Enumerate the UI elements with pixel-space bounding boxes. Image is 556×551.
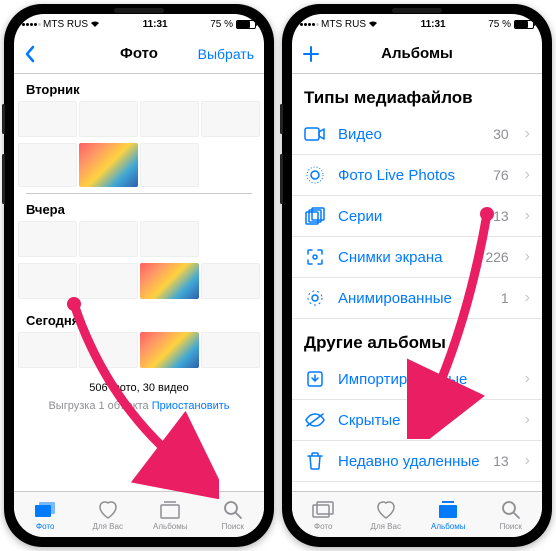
row-recently-deleted[interactable]: Недавно удаленные 13 ›	[292, 441, 542, 482]
photo-thumb[interactable]	[18, 221, 77, 257]
row-hidden[interactable]: Скрытые ›	[292, 400, 542, 441]
video-icon	[304, 123, 326, 145]
heart-icon	[375, 499, 397, 521]
wifi-icon	[368, 20, 378, 28]
nav-bar: Альбомы	[292, 34, 542, 74]
status-bar: MTS RUS 11:31 75 %	[14, 14, 264, 34]
photo-thumb[interactable]	[201, 263, 260, 299]
row-animated[interactable]: Анимированные 1 ›	[292, 278, 542, 319]
plus-icon	[302, 45, 320, 63]
search-icon	[222, 499, 244, 521]
add-button[interactable]	[302, 45, 320, 63]
tab-albums[interactable]: Альбомы	[139, 492, 202, 537]
photo-thumb[interactable]	[201, 101, 260, 137]
tab-foryou[interactable]: Для Вас	[77, 492, 140, 537]
row-live-photos[interactable]: Фото Live Photos 76 ›	[292, 155, 542, 196]
burst-icon	[304, 205, 326, 227]
photo-thumb[interactable]	[140, 263, 199, 299]
photo-thumb[interactable]	[140, 221, 199, 257]
photo-thumb[interactable]	[18, 143, 77, 187]
tab-bar: Фото Для Вас Альбомы Поиск	[14, 491, 264, 537]
battery-pct: 75 %	[488, 19, 511, 30]
albums-icon	[159, 499, 181, 521]
status-bar: MTS RUS 11:31 75 %	[292, 14, 542, 34]
chevron-right-icon: ›	[525, 125, 530, 143]
section-today: Сегодня	[14, 305, 264, 332]
tab-search[interactable]: Поиск	[480, 492, 543, 537]
photo-thumb[interactable]	[140, 143, 199, 187]
page-title: Фото	[120, 45, 158, 62]
animated-icon	[304, 287, 326, 309]
photos-icon	[312, 499, 334, 521]
screen-left: MTS RUS 11:31 75 % Фото Выбрать Вторник	[14, 14, 264, 537]
phone-left: MTS RUS 11:31 75 % Фото Выбрать Вторник	[4, 4, 274, 547]
photo-thumb[interactable]	[79, 143, 138, 187]
select-button[interactable]: Выбрать	[198, 46, 254, 62]
tab-foryou[interactable]: Для Вас	[355, 492, 418, 537]
tab-bar: Фото Для Вас Альбомы Поиск	[292, 491, 542, 537]
photo-thumb[interactable]	[79, 332, 138, 368]
heart-icon	[97, 499, 119, 521]
screen-right: MTS RUS 11:31 75 % Альбомы Типы медиафай…	[292, 14, 542, 537]
chevron-right-icon: ›	[525, 370, 530, 388]
photo-thumb[interactable]	[18, 101, 77, 137]
chevron-right-icon: ›	[525, 207, 530, 225]
hidden-icon	[304, 409, 326, 431]
tab-albums[interactable]: Альбомы	[417, 492, 480, 537]
albums-icon	[437, 499, 459, 521]
upload-status: Выгрузка 1 объекта Приостановить	[14, 398, 264, 422]
photo-thumb[interactable]	[140, 332, 199, 368]
photos-icon	[34, 499, 56, 521]
photo-thumb[interactable]	[79, 221, 138, 257]
carrier-label: MTS RUS	[321, 19, 366, 30]
photo-thumb[interactable]	[18, 332, 77, 368]
albums-content[interactable]: Типы медиафайлов Видео 30 › Фото Live Ph…	[292, 74, 542, 491]
section-media-types: Типы медиафайлов	[292, 74, 542, 114]
chevron-left-icon	[24, 45, 35, 63]
time-label: 11:31	[143, 19, 168, 30]
live-photos-icon	[304, 164, 326, 186]
section-tuesday: Вторник	[14, 74, 264, 101]
search-icon	[500, 499, 522, 521]
row-bursts[interactable]: Серии 13 ›	[292, 196, 542, 237]
section-yesterday: Вчера	[14, 194, 264, 221]
import-icon	[304, 368, 326, 390]
library-summary: 506 фото, 30 видео	[14, 374, 264, 398]
row-screenshots[interactable]: Снимки экрана 226 ›	[292, 237, 542, 278]
section-other-albums: Другие альбомы	[292, 319, 542, 359]
trash-icon	[304, 450, 326, 472]
battery-pct: 75 %	[210, 19, 233, 30]
tab-photos[interactable]: Фото	[292, 492, 355, 537]
chevron-right-icon: ›	[525, 248, 530, 266]
row-videos[interactable]: Видео 30 ›	[292, 114, 542, 155]
photos-content[interactable]: Вторник Вчера	[14, 74, 264, 491]
tab-photos[interactable]: Фото	[14, 492, 77, 537]
phone-right: MTS RUS 11:31 75 % Альбомы Типы медиафай…	[282, 4, 552, 547]
back-button[interactable]	[24, 45, 35, 63]
photo-thumb[interactable]	[140, 101, 199, 137]
chevron-right-icon: ›	[525, 411, 530, 429]
wifi-icon	[90, 20, 100, 28]
photo-thumb[interactable]	[201, 332, 260, 368]
battery-icon	[236, 20, 256, 29]
time-label: 11:31	[421, 19, 446, 30]
carrier-label: MTS RUS	[43, 19, 88, 30]
nav-bar: Фото Выбрать	[14, 34, 264, 74]
chevron-right-icon: ›	[525, 452, 530, 470]
photo-thumb[interactable]	[18, 263, 77, 299]
row-imported[interactable]: Импортированные ›	[292, 359, 542, 400]
pause-upload-link[interactable]: Приостановить	[152, 400, 230, 412]
page-title: Альбомы	[381, 45, 453, 62]
photo-thumb[interactable]	[79, 101, 138, 137]
photo-thumb[interactable]	[79, 263, 138, 299]
tab-search[interactable]: Поиск	[202, 492, 265, 537]
screenshot-icon	[304, 246, 326, 268]
chevron-right-icon: ›	[525, 166, 530, 184]
battery-icon	[514, 20, 534, 29]
chevron-right-icon: ›	[525, 289, 530, 307]
